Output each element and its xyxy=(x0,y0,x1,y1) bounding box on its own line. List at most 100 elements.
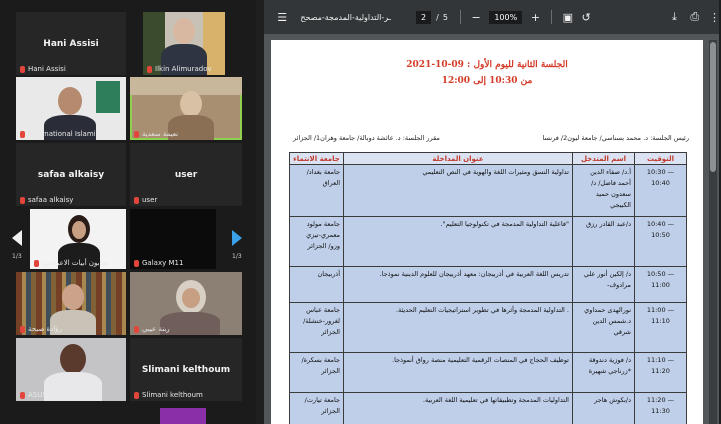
row-time: 10:40 — 10:50 xyxy=(634,216,687,267)
toolbar-divider xyxy=(459,10,461,24)
row-speaker: د/بكوش هاجر xyxy=(572,392,635,424)
print-icon[interactable]: ⎙ xyxy=(689,10,701,24)
participant-name: safaa alkaisy xyxy=(37,169,105,180)
table-row: 11:00 — 11:10 نورالهدى حمداوي د.شمس الدي… xyxy=(289,302,687,353)
page-number-input[interactable]: 2 xyxy=(416,10,432,24)
mic-muted-icon xyxy=(20,325,25,333)
participant-name: Hani Assisi xyxy=(43,38,99,49)
zoom-out-button[interactable]: − xyxy=(471,11,482,24)
row-institution: جامعة عباس لغرور-خنشلة/ الجزائر xyxy=(289,302,344,353)
more-options-icon[interactable]: ⋮ xyxy=(709,11,720,24)
video-grid: Hani Assisi Hani Assisi Ilkin Alimuradov… xyxy=(0,0,256,424)
video-tile[interactable]: Hani Assisi Hani Assisi xyxy=(16,12,126,75)
video-tile[interactable] xyxy=(160,408,206,424)
row-institution: جامعة مولود معمري-تيزي وزو/ الجزائر xyxy=(289,216,344,267)
participant-tag: International Islamic Acade... xyxy=(20,130,126,138)
row-title: "فاعلية التداولية المدمجة في تكنولوجيا ا… xyxy=(343,216,573,267)
row-time: 10:30 — 10:40 xyxy=(634,164,687,217)
app-window: Hani Assisi Hani Assisi Ilkin Alimuradov… xyxy=(0,0,721,424)
participant-tag: Ilkin Alimuradov xyxy=(147,65,212,73)
video-tile[interactable]: user user xyxy=(130,143,242,206)
mic-muted-icon xyxy=(20,196,25,204)
video-tile[interactable]: Galaxy M11 xyxy=(130,209,216,269)
video-tile[interactable]: رؤادة صيحة xyxy=(16,272,126,335)
header-time: التوقيت xyxy=(634,152,687,165)
participant-tag: رؤادة صيحة xyxy=(20,325,62,333)
mic-muted-icon xyxy=(147,65,152,73)
mic-muted-icon xyxy=(20,65,25,73)
scrollbar[interactable] xyxy=(709,40,717,424)
participant-tag: Slimani kelthoum xyxy=(134,391,203,399)
video-tile[interactable]: صابون أبيات الاعراضي xyxy=(30,209,126,269)
mic-muted-icon xyxy=(134,196,139,204)
schedule-table: التوقيت اسم المتدخل عنوان المداخلة جامعة… xyxy=(289,152,687,424)
session-rapporteur: مقرر الجلسة: د. عائشة دوبالة/ جامعة وهرا… xyxy=(293,134,440,142)
mic-muted-icon xyxy=(134,259,139,267)
video-tile[interactable]: Slimani kelthoum Slimani kelthoum xyxy=(130,338,242,401)
table-row: 11:10 — 11:20 د/ فوزية دندوقة *زرناجي شه… xyxy=(289,352,687,393)
rotate-icon[interactable]: ↺ xyxy=(580,11,592,24)
participant-tag: صابون أبيات الاعراضي xyxy=(34,259,108,267)
row-institution: أذربيجان xyxy=(289,266,344,303)
row-title: تداولية النسق ومثيرات اللغة والهوية في ا… xyxy=(343,164,573,217)
mic-muted-icon xyxy=(134,391,139,399)
participant-tag: ربنة عيبي xyxy=(134,325,170,333)
row-time: 11:20 — 11:30 xyxy=(634,392,687,424)
video-tile[interactable]: ASUS xyxy=(16,338,126,401)
row-title: التداوليات المدمجة وتطبيقاتها في تعليمية… xyxy=(343,392,573,424)
participant-tag: safaa alkaisy xyxy=(20,196,73,204)
file-name: ـر-التداولية-المدمجة-مصحح xyxy=(300,12,392,22)
session-title: الجلسة الثانية لليوم الأول : 09-10-2021 xyxy=(406,60,568,70)
participant-name: user xyxy=(174,169,198,180)
fit-page-icon[interactable]: ▣ xyxy=(562,11,574,24)
video-tile[interactable]: International Islamic Acade... xyxy=(16,77,126,140)
zoom-in-button[interactable]: + xyxy=(530,11,541,24)
header-speaker: اسم المتدخل xyxy=(572,152,635,165)
page-indicator-left: 1/3 xyxy=(12,253,22,260)
zoom-level-input[interactable]: 100% xyxy=(489,10,523,24)
page-indicator-right: 1/3 xyxy=(232,253,242,260)
row-speaker: د/عبد القادر رزق xyxy=(572,216,635,267)
row-speaker: د/ فوزية دندوقة *زرناجي شهيرة xyxy=(572,352,635,393)
mic-muted-icon xyxy=(20,391,25,399)
row-institution: جامعة بغداد/ العراق xyxy=(289,164,344,217)
pdf-toolbar: ☰ ـر-التداولية-المدمجة-مصحح 2 / 5 − 100%… xyxy=(264,0,720,34)
hamburger-icon[interactable]: ☰ xyxy=(276,11,288,24)
mic-muted-icon xyxy=(20,130,25,138)
table-row: 11:20 — 11:30 د/بكوش هاجر التداوليات الم… xyxy=(289,392,687,424)
row-speaker: أ.د/ صفاء الدين أحمد فاضل/ د/ سعدون حميد… xyxy=(572,164,635,217)
page-separator: / xyxy=(436,12,439,22)
row-time: 11:10 — 11:20 xyxy=(634,352,687,393)
table-row: 10:30 — 10:40 أ.د/ صفاء الدين أحمد فاضل/… xyxy=(289,164,687,217)
video-tile[interactable]: ربنة عيبي xyxy=(130,272,242,335)
table-row: 10:50 — 11:00 د/ إلكين أنور علي مرادوف- … xyxy=(289,266,687,303)
mic-muted-icon xyxy=(134,325,139,333)
prev-page-arrow-icon[interactable] xyxy=(12,230,22,246)
header-institution: جامعة الانتماء xyxy=(289,152,344,165)
pdf-viewer: ☰ ـر-التداولية-المدمجة-مصحح 2 / 5 − 100%… xyxy=(264,0,720,424)
session-chair: رئيس الجلسة: د. محمد بسناسي/ جامعة ليون2… xyxy=(542,134,689,142)
video-tile[interactable]: Ilkin Alimuradov xyxy=(143,12,225,75)
table-header-row: التوقيت اسم المتدخل عنوان المداخلة جامعة… xyxy=(289,152,687,165)
scrollbar-thumb[interactable] xyxy=(710,42,716,172)
participant-tag: Galaxy M11 xyxy=(134,259,183,267)
row-time: 11:00 — 11:10 xyxy=(634,302,687,353)
table-row: 10:40 — 10:50 د/عبد القادر رزق "فاعلية ا… xyxy=(289,216,687,267)
video-tile-active-speaker[interactable]: نعيمة سعدية xyxy=(130,77,242,140)
next-page-arrow-icon[interactable] xyxy=(232,230,242,246)
session-time: من 10:30 إلى 12:00 xyxy=(441,76,533,86)
row-title: توظيف الحجاج في المنصات الرقمية التعليمي… xyxy=(343,352,573,393)
header-title: عنوان المداخلة xyxy=(343,152,573,165)
row-title: . التداولية المدمجة وأثرها في تطوير استر… xyxy=(343,302,573,353)
download-icon[interactable]: ⤓ xyxy=(668,10,680,24)
pdf-page: الجلسة الثانية لليوم الأول : 09-10-2021 … xyxy=(271,40,703,424)
participant-tag: user xyxy=(134,196,157,204)
row-institution: جامعة بسكرة/ الجزائر xyxy=(289,352,344,393)
row-speaker: نورالهدى حمداوي د.شمس الدين شرقي xyxy=(572,302,635,353)
mic-muted-icon xyxy=(34,259,39,267)
row-time: 10:50 — 11:00 xyxy=(634,266,687,303)
video-tile[interactable]: safaa alkaisy safaa alkaisy xyxy=(16,143,126,206)
page-total: 5 xyxy=(442,12,448,22)
participant-tag: نعيمة سعدية xyxy=(134,130,178,138)
row-speaker: د/ إلكين أنور علي مرادوف- xyxy=(572,266,635,303)
